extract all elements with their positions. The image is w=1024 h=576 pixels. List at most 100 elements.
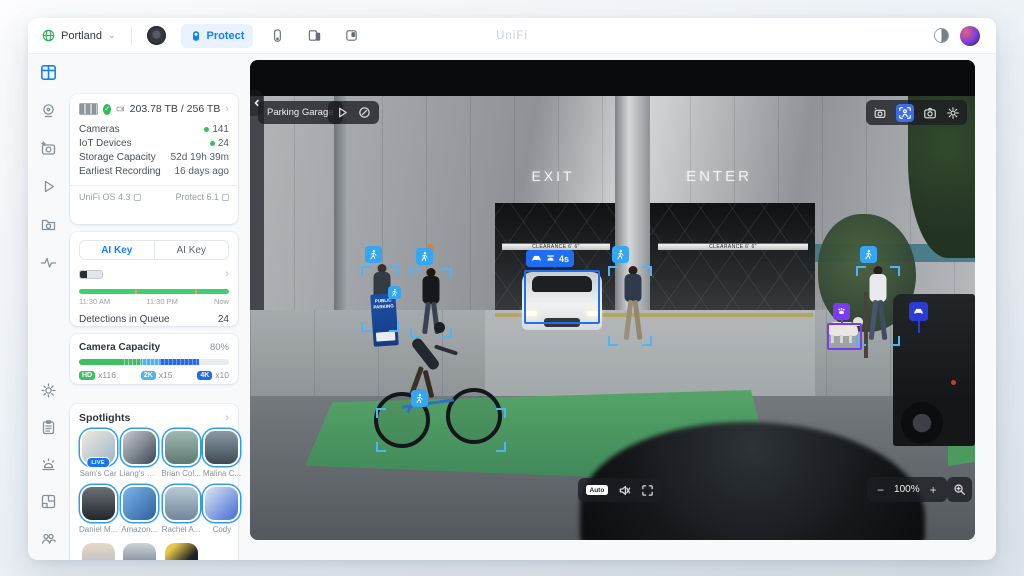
tab-protect-label: Protect <box>207 30 245 42</box>
smart-detections-toggle[interactable] <box>896 104 914 122</box>
spotlight-thumbnail[interactable] <box>165 487 198 520</box>
spotlight-item[interactable]: Liang's Car <box>119 431 159 478</box>
timeline-mid: 11:30 PM <box>146 297 178 306</box>
tab-ai-key-2[interactable]: AI Key <box>155 241 229 259</box>
audio-mode-badge[interactable]: Auto <box>586 485 608 495</box>
spotlights-card: Spotlights › LIVESam's Car Liang's Car B… <box>70 404 238 560</box>
sidebar-item-logs[interactable] <box>40 419 57 441</box>
ai-camera-icon[interactable] <box>873 106 887 120</box>
animal-detection-box[interactable] <box>827 323 862 350</box>
person-detection-icon[interactable] <box>365 246 382 263</box>
innerspace-app-icon[interactable] <box>338 24 364 48</box>
vehicle-detection-icon[interactable] <box>909 302 928 321</box>
cyclist-detection-box[interactable] <box>376 408 506 452</box>
spotlight-item[interactable]: Malina C... <box>203 431 241 478</box>
enter-sign: ENTER <box>674 168 764 185</box>
spotlight-item[interactable]: LIVESam's Car <box>79 431 117 478</box>
capacity-seg-4k <box>160 359 199 365</box>
snapshot-icon[interactable] <box>923 106 937 120</box>
theme-toggle-icon[interactable] <box>934 28 949 43</box>
connect-app-icon[interactable] <box>301 24 327 48</box>
spotlight-item[interactable]: Taxi <box>161 543 201 560</box>
protect-camera-icon <box>190 30 202 42</box>
sidebar-item-archive[interactable] <box>40 216 57 238</box>
person-detection-box[interactable] <box>856 266 900 346</box>
chevron-down-icon: ⌄ <box>108 30 116 41</box>
vehicle-detection-box[interactable] <box>524 270 600 324</box>
spotlight-item[interactable]: Daniel M... <box>79 487 117 534</box>
magnify-button[interactable] <box>947 477 972 502</box>
green-dot <box>210 141 215 146</box>
person-detection-box[interactable] <box>361 266 399 332</box>
person-detection-icon[interactable] <box>860 246 877 263</box>
person-detection-icon[interactable] <box>612 246 629 263</box>
stat-label: IoT Devices <box>79 138 132 149</box>
sidebar-item-admins[interactable] <box>40 530 57 552</box>
storage-row[interactable]: ✓ 203.78 TB / 256 TB › <box>70 94 238 122</box>
gear-icon[interactable] <box>946 106 960 120</box>
spotlight-name: Rachel A... <box>162 525 201 534</box>
truck-taillight <box>951 380 956 385</box>
ai-key-tabs: AI Key AI Key <box>79 240 229 260</box>
mute-icon[interactable] <box>618 484 631 497</box>
spotlight-item[interactable]: Rachel A... <box>161 487 201 534</box>
spotlight-thumbnail[interactable] <box>123 431 156 464</box>
play-icon[interactable] <box>336 106 349 119</box>
vehicle-detection-label[interactable]: 4s <box>526 250 574 267</box>
spotlight-thumbnail[interactable] <box>205 431 238 464</box>
spotlight-item[interactable]: Amie <box>79 543 117 560</box>
sidebar-item-activity[interactable] <box>40 254 57 276</box>
sidebar-item-dashboard[interactable] <box>40 64 57 86</box>
sidebar-item-maps[interactable] <box>40 493 57 515</box>
console-icon[interactable] <box>147 26 166 45</box>
person-detection-box[interactable] <box>608 266 652 346</box>
detection-timeline[interactable] <box>79 289 229 294</box>
spotlight-item[interactable]: Brian Col... <box>161 431 201 478</box>
spotlight-thumbnail[interactable] <box>165 431 198 464</box>
stat-row: IoT Devices 24 <box>70 136 238 150</box>
camera-viewer[interactable]: CLEARANCE 6' 6" CLEARANCE 6' 6" EXIT ENT… <box>250 60 975 540</box>
sidebar-item-playback[interactable] <box>40 178 57 200</box>
person-detection-icon[interactable] <box>416 248 433 265</box>
sidebar-item-ai-events[interactable] <box>40 140 57 162</box>
tab-protect[interactable]: Protect <box>181 24 254 48</box>
person-detection-icon[interactable] <box>388 286 401 299</box>
spotlight-item[interactable]: Amazon... <box>119 487 159 534</box>
capacity-percent: 80% <box>210 342 229 353</box>
spotlight-thumbnail[interactable] <box>205 487 238 520</box>
avatar[interactable] <box>960 26 980 46</box>
scene-building-edge <box>250 96 264 310</box>
animal-detection-icon[interactable] <box>833 303 850 320</box>
spotlight-thumbnail[interactable] <box>123 487 156 520</box>
spotlight-name: Brian Col... <box>161 469 201 478</box>
person-detection-box[interactable] <box>410 268 452 338</box>
tier-2k: 2Kx15 <box>141 370 173 380</box>
viewer-toolbar <box>866 100 967 125</box>
scene-truck <box>893 294 975 446</box>
live-badge: LIVE <box>86 457 109 468</box>
spotlight-item[interactable]: Jason <box>119 543 159 560</box>
sidebar-item-devices[interactable] <box>40 102 57 124</box>
spotlight-thumbnail[interactable] <box>123 543 156 560</box>
instant-replay-icon[interactable] <box>358 106 371 119</box>
capacity-bar <box>79 359 229 365</box>
tab-ai-key-1[interactable]: AI Key <box>80 241 154 259</box>
person-detection-icon[interactable] <box>411 390 428 407</box>
ai-key-device-row[interactable]: › <box>79 263 229 285</box>
spotlight-thumbnail[interactable] <box>82 543 115 560</box>
spotlight-item[interactable]: Cody <box>203 487 241 534</box>
timeline-tick <box>135 289 137 294</box>
spotlight-thumbnail[interactable] <box>165 543 198 560</box>
sidebar-item-alarm[interactable] <box>40 456 57 478</box>
spotlight-thumbnail[interactable]: LIVE <box>82 431 115 464</box>
chevron-right-icon[interactable]: › <box>225 412 229 424</box>
fullscreen-icon[interactable] <box>641 484 654 497</box>
talk-app-icon[interactable] <box>264 24 290 48</box>
zoom-in-button[interactable]: + <box>930 483 937 497</box>
timeline-start: 11:30 AM <box>79 297 110 306</box>
site-selector[interactable]: Portland ⌄ <box>42 29 116 42</box>
spotlight-thumbnail[interactable] <box>82 487 115 520</box>
sidebar-item-settings[interactable] <box>40 382 57 404</box>
zoom-out-button[interactable]: − <box>877 483 884 497</box>
green-dot <box>204 127 209 132</box>
